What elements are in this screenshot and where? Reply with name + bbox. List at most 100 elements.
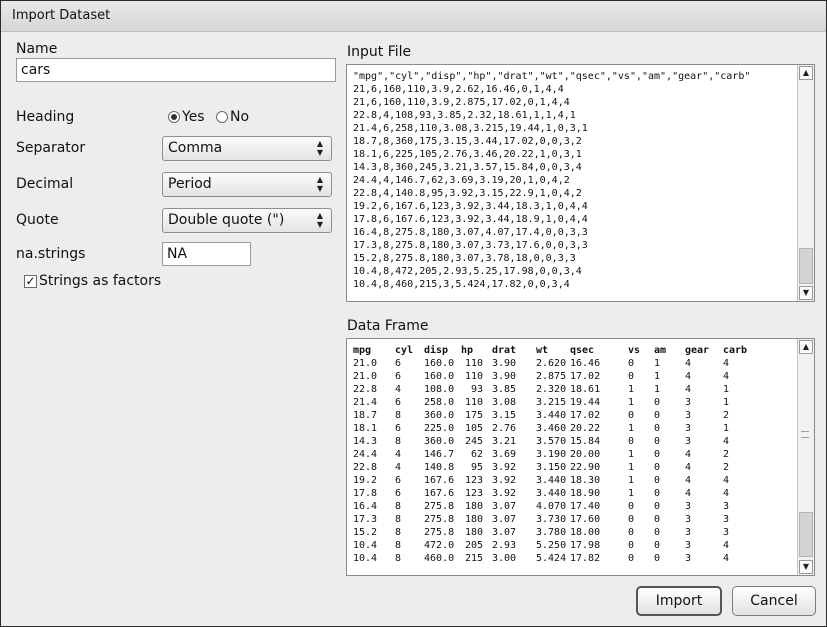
up-down-arrows-icon: ▲ ▼ bbox=[316, 211, 323, 229]
table-cell: 4 bbox=[723, 553, 730, 564]
table-cell: 0 bbox=[654, 488, 661, 499]
table-cell: 17.02 bbox=[570, 371, 601, 382]
table-cell: 3 bbox=[723, 501, 730, 512]
na-strings-input[interactable] bbox=[162, 242, 251, 266]
table-cell: 8 bbox=[395, 514, 402, 525]
heading-no-radio[interactable] bbox=[216, 111, 228, 123]
table-cell: 1 bbox=[723, 397, 730, 408]
table-cell: 22.8 bbox=[353, 462, 378, 473]
table-cell: 18.61 bbox=[570, 384, 601, 395]
table-cell: 18.30 bbox=[570, 475, 601, 486]
table-cell: 4 bbox=[395, 384, 402, 395]
table-cell: 1 bbox=[654, 384, 661, 395]
heading-yes-radio[interactable] bbox=[168, 111, 180, 123]
column-header-disp: disp bbox=[424, 345, 449, 356]
table-cell: 3 bbox=[685, 540, 692, 551]
data-frame-preview[interactable]: mpg cyl disp hp drat wt qsec vs am gear carb 21.0 6… bbox=[346, 338, 815, 576]
decimal-value: Period bbox=[168, 176, 212, 192]
scroll-down-arrow-icon[interactable]: ▼ bbox=[799, 286, 813, 300]
table-cell: 1 bbox=[628, 397, 635, 408]
table-cell: 275.8 bbox=[424, 527, 455, 538]
table-cell: 16.4 bbox=[353, 501, 378, 512]
scroll-up-arrow-icon[interactable]: ▲ bbox=[799, 340, 813, 354]
scroll-down-arrow-icon[interactable]: ▼ bbox=[799, 560, 813, 574]
table-cell: 460.0 bbox=[424, 553, 455, 564]
file-line: 22.8,4,108,93,3.85,2.32,18.61,1,1,4,1 bbox=[353, 110, 576, 121]
table-cell: 0 bbox=[654, 553, 661, 564]
table-cell: 3.730 bbox=[536, 514, 567, 525]
table-cell: 20.22 bbox=[570, 423, 601, 434]
input-file-scrollbar[interactable]: ▲ ▼ bbox=[797, 65, 814, 301]
title-bar[interactable]: Import Dataset bbox=[1, 1, 826, 32]
scroll-thumb[interactable] bbox=[799, 248, 813, 284]
table-cell: 21.0 bbox=[353, 371, 378, 382]
table-cell: 17.82 bbox=[570, 553, 601, 564]
table-cell: 17.40 bbox=[570, 501, 601, 512]
table-cell: 123 bbox=[464, 475, 483, 486]
table-cell: 4 bbox=[395, 449, 402, 460]
table-cell: 17.8 bbox=[353, 488, 378, 499]
table-row: 21.0 6 160.0 110 3.90 2.620 16.46 0 1 4 4 bbox=[353, 357, 754, 370]
table-row: 10.4 8 472.0 205 2.93 5.250 17.98 0 0 3 4 bbox=[353, 539, 754, 552]
separator-select[interactable]: Comma ▲ ▼ bbox=[162, 136, 332, 161]
table-cell: 160.0 bbox=[424, 371, 455, 382]
table-cell: 3.460 bbox=[536, 423, 567, 434]
table-row: 18.1 6 225.0 105 2.76 3.460 20.22 1 0 3 1 bbox=[353, 422, 754, 435]
table-cell: 6 bbox=[395, 488, 402, 499]
table-cell: 0 bbox=[654, 514, 661, 525]
table-cell: 205 bbox=[464, 540, 483, 551]
table-cell: 0 bbox=[654, 449, 661, 460]
table-cell: 17.3 bbox=[353, 514, 378, 525]
separator-label: Separator bbox=[16, 140, 86, 156]
table-cell: 180 bbox=[464, 527, 483, 538]
table-cell: 2 bbox=[723, 462, 730, 473]
table-cell: 4 bbox=[685, 462, 692, 473]
table-cell: 18.90 bbox=[570, 488, 601, 499]
scroll-thumb[interactable] bbox=[799, 512, 813, 557]
cancel-button[interactable]: Cancel bbox=[732, 586, 816, 616]
table-cell: 3 bbox=[685, 436, 692, 447]
table-cell: 3.150 bbox=[536, 462, 567, 473]
table-row: 21.4 6 258.0 110 3.08 3.215 19.44 1 0 3 1 bbox=[353, 396, 754, 409]
column-header-am: am bbox=[654, 345, 667, 356]
table-cell: 245 bbox=[464, 436, 483, 447]
table-cell: 0 bbox=[628, 358, 635, 369]
table-cell: 3.00 bbox=[492, 553, 517, 564]
table-row: 10.4 8 460.0 215 3.00 5.424 17.82 0 0 3 4 bbox=[353, 552, 754, 565]
table-row: 21.0 6 160.0 110 3.90 2.875 17.02 0 1 4 4 bbox=[353, 370, 754, 383]
decimal-select[interactable]: Period ▲ ▼ bbox=[162, 172, 332, 197]
table-cell: 215 bbox=[464, 553, 483, 564]
name-input[interactable] bbox=[16, 58, 336, 82]
table-cell: 110 bbox=[464, 358, 483, 369]
table-cell: 2 bbox=[723, 410, 730, 421]
strings-as-factors-checkbox[interactable]: ✓ bbox=[24, 275, 37, 288]
table-cell: 8 bbox=[395, 540, 402, 551]
file-line: 16.4,8,275.8,180,3.07,4.07,17.4,0,0,3,3 bbox=[353, 227, 588, 238]
scroll-up-arrow-icon[interactable]: ▲ bbox=[799, 66, 813, 80]
table-cell: 3 bbox=[685, 423, 692, 434]
quote-select[interactable]: Double quote (") ▲ ▼ bbox=[162, 208, 332, 233]
table-cell: 0 bbox=[628, 527, 635, 538]
table-cell: 3 bbox=[685, 527, 692, 538]
table-cell: 360.0 bbox=[424, 436, 455, 447]
table-cell: 1 bbox=[628, 449, 635, 460]
import-button[interactable]: Import bbox=[636, 586, 722, 616]
data-frame-scrollbar[interactable]: ▲ ▼ bbox=[797, 339, 814, 575]
table-cell: 21.0 bbox=[353, 358, 378, 369]
heading-yes-label: Yes bbox=[182, 109, 205, 125]
table-cell: 0 bbox=[628, 410, 635, 421]
column-header-wt: wt bbox=[536, 345, 549, 356]
table-cell: 3.215 bbox=[536, 397, 567, 408]
table-row: 22.8 4 108.0 93 3.85 2.320 18.61 1 1 4 1 bbox=[353, 383, 754, 396]
table-cell: 6 bbox=[395, 358, 402, 369]
table-cell: 0 bbox=[654, 436, 661, 447]
heading-label: Heading bbox=[16, 109, 75, 125]
table-cell: 3 bbox=[685, 397, 692, 408]
table-cell: 17.60 bbox=[570, 514, 601, 525]
table-cell: 14.3 bbox=[353, 436, 378, 447]
table-cell: 5.424 bbox=[536, 553, 567, 564]
input-file-preview[interactable]: "mpg","cyl","disp","hp","drat","wt","qse… bbox=[346, 64, 815, 302]
table-row: 17.8 6 167.6 123 3.92 3.440 18.90 1 0 4 4 bbox=[353, 487, 754, 500]
table-cell: 3.90 bbox=[492, 358, 517, 369]
file-line: "mpg","cyl","disp","hp","drat","wt","qse… bbox=[353, 71, 751, 82]
